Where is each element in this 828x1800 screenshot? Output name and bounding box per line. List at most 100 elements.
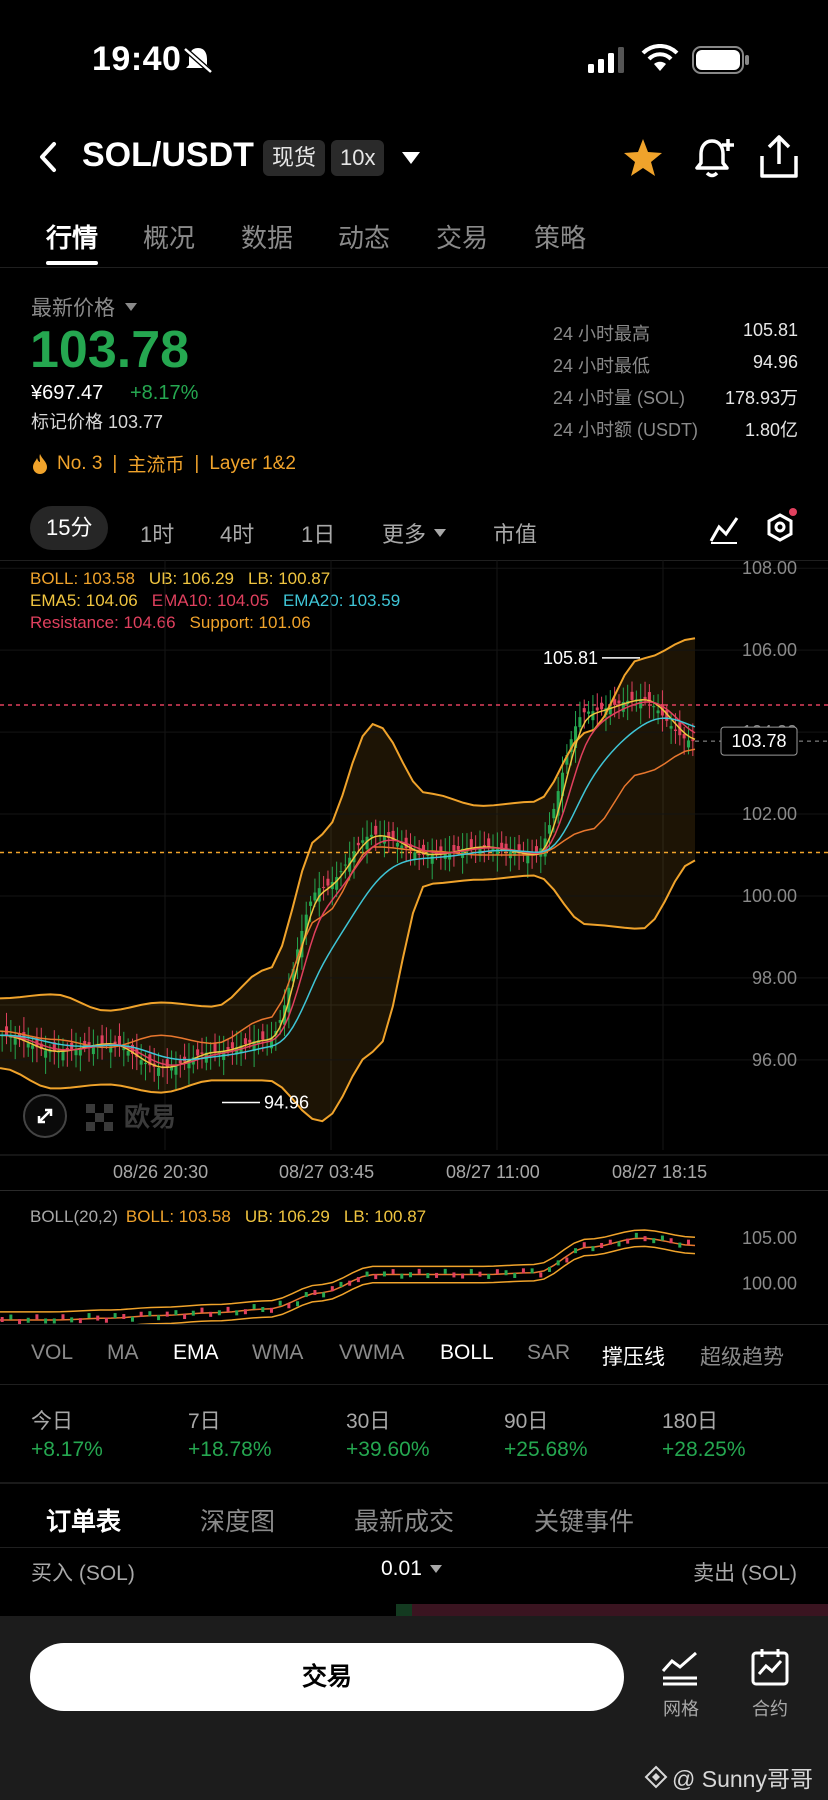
caret-down-icon [429,1565,442,1573]
candle-body [430,854,434,864]
subchart-candle [426,1273,430,1279]
subchart-candle [365,1271,369,1277]
candle-body [547,825,552,834]
tab-order-book[interactable]: 订单表 [46,1502,121,1538]
candle-body [178,1060,182,1064]
candle-body [243,1038,247,1045]
tab-latest-trades[interactable]: 最新成交 [354,1502,454,1538]
subchart-candle [374,1274,378,1280]
candle-body [382,836,386,844]
subchart-candle [513,1273,517,1279]
rank-tag[interactable]: No. 3 [57,453,102,475]
subchart-candle [461,1273,465,1279]
tab-strategy[interactable]: 策略 [534,218,586,255]
category-tag[interactable]: 主流币 [127,450,184,477]
current-price-tag: 103.78 [731,731,786,751]
tab-data[interactable]: 数据 [241,218,293,255]
indicator-vol[interactable]: VOL [31,1341,73,1365]
subchart-candle [261,1307,265,1313]
contract-icon [751,1649,789,1686]
candle-body [552,808,556,819]
subchart-candle [278,1300,282,1306]
subchart-candle [539,1272,543,1278]
trade-button[interactable]: 交易 [30,1643,624,1711]
subchart-candle [556,1260,560,1266]
subchart-candle [591,1246,595,1252]
orderbook-tabs-divider [0,1547,828,1548]
tab-key-events[interactable]: 关键事件 [534,1502,634,1538]
indicator-wma[interactable]: WMA [252,1341,303,1365]
x-tick: 08/27 03:45 [279,1162,375,1182]
perf-today-label: 今日 [31,1410,73,1433]
subchart-candle [96,1315,100,1321]
candle-body [196,1049,200,1056]
indicator-vwma[interactable]: VWMA [339,1341,404,1365]
timeframe-1d[interactable]: 1日 [301,517,335,549]
subchart-candle [634,1232,638,1238]
share-icon[interactable] [757,134,801,180]
perf-90d-value: +25.68% [504,1438,588,1461]
price-chart[interactable]: 108.00106.00104.00102.00100.0098.0096.00… [0,560,828,1160]
timeframe-1h[interactable]: 1时 [140,517,174,549]
indicator-boll[interactable]: BOLL [440,1341,494,1365]
subchart-candle [400,1273,404,1279]
tabs-divider [0,267,828,268]
pair-dropdown-icon[interactable] [400,150,422,166]
subchart-candle [269,1307,273,1313]
candle-body [600,702,604,710]
subchart-candle [191,1310,195,1316]
stat-low-label: 24 小时最低 [553,356,651,376]
tab-news[interactable]: 动态 [338,218,390,255]
subchart-candle [44,1318,48,1324]
perf-30d-label: 30日 [346,1410,391,1433]
candle-body [356,842,360,846]
candle-body [578,717,582,728]
wifi-icon [641,44,679,71]
star-icon[interactable] [622,137,664,179]
timeframe-4h[interactable]: 4时 [220,517,254,549]
candle-body [369,834,373,837]
subchart-candle [530,1268,534,1274]
timeframe-more[interactable]: 更多 [382,517,448,549]
orderbook-divider [0,1482,828,1484]
expand-chart-button[interactable] [23,1094,67,1138]
timeframe-market-cap[interactable]: 市值 [493,517,537,549]
orderbook-precision-selector[interactable]: 0.01 [381,1557,444,1581]
pair-title[interactable]: SOL/USDT [82,136,254,175]
perf-180d-value: +28.25% [662,1438,746,1461]
candle-body [487,838,491,848]
indicator-support-resistance[interactable]: 撑压线 [602,1341,665,1371]
candle-body [157,1067,161,1076]
stat-low-value: 94.96 [752,352,798,372]
candle-body [686,740,691,748]
back-icon[interactable] [36,140,62,174]
timeframe-15m[interactable]: 15分 [30,506,109,550]
subchart-candle [35,1314,39,1320]
tab-market[interactable]: 行情 [46,218,98,255]
tab-overview[interactable]: 概况 [143,218,195,255]
candle-body [213,1042,217,1052]
indicator-ema[interactable]: EMA [173,1341,219,1365]
indicator-supertrend[interactable]: 超级趋势 [700,1341,784,1371]
chart-settings-icon[interactable] [764,506,802,546]
subchart-candle [0,1317,4,1322]
fire-icon [33,453,47,474]
indicator-chart-icon[interactable] [708,513,740,545]
boll-subchart[interactable]: 105.00 100.00 [0,1200,828,1325]
subchart-candle [9,1314,13,1320]
price-alert-icon[interactable] [692,135,736,181]
subchart-candle [70,1317,74,1323]
tab-depth-chart[interactable]: 深度图 [200,1502,275,1538]
last-price-selector[interactable]: 最新价格 [31,292,139,322]
subchart-candle [26,1317,30,1323]
candle-body [400,845,404,849]
subchart-candle [113,1313,117,1319]
candle-body [139,1060,143,1065]
subchart-candle [87,1313,91,1319]
low-marker: 94.96 [264,1092,309,1112]
okx-logo [86,1104,113,1131]
layer-tag[interactable]: Layer 1&2 [209,453,296,475]
indicator-sar[interactable]: SAR [527,1341,570,1365]
indicator-ma[interactable]: MA [107,1341,139,1365]
tab-trade[interactable]: 交易 [436,218,488,255]
